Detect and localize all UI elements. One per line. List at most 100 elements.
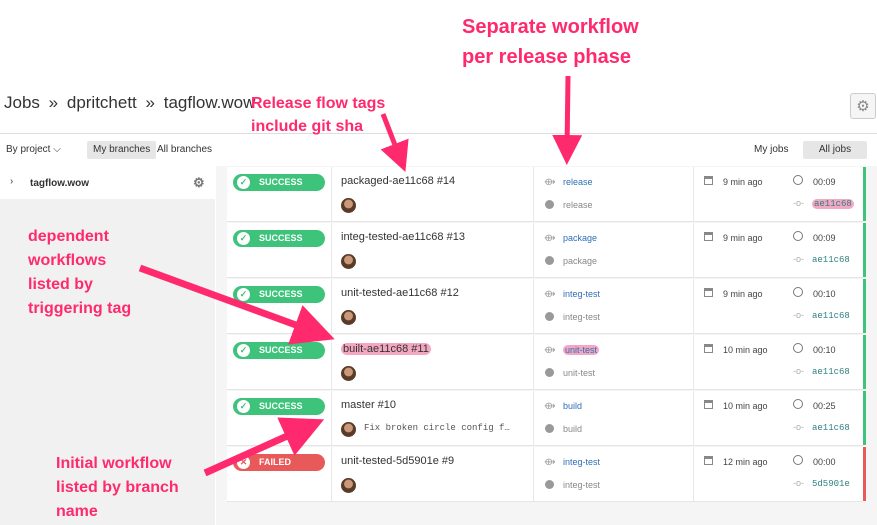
job-link[interactable]: integ-test <box>563 289 600 299</box>
status-badge[interactable]: ✓ SUCCESS <box>233 174 325 191</box>
avatar <box>341 310 356 325</box>
job-link[interactable]: unit-test <box>563 345 600 355</box>
commit-sha-link[interactable]: ae11c68 <box>812 311 850 321</box>
status-badge[interactable]: ✓ SUCCESS <box>233 398 325 415</box>
annotation-line: dependent <box>28 228 109 245</box>
stopwatch-icon <box>793 343 803 353</box>
job-link-label: unit-test <box>563 345 600 355</box>
status-stripe <box>863 279 866 333</box>
job-link-label: integ-test <box>563 457 601 467</box>
commit-icon: -o- <box>793 254 804 264</box>
status-stripe <box>863 447 866 501</box>
workflow-icon: ⟴ <box>544 177 556 188</box>
status-badge[interactable]: ✓ SUCCESS <box>233 286 325 303</box>
workflow-label: unit-tested-5d5901e #9 <box>341 455 455 467</box>
status-badge[interactable]: ✓ SUCCESS <box>233 342 325 359</box>
job-dot-icon <box>545 480 554 489</box>
annotation-line: triggering tag <box>28 300 132 317</box>
all-jobs-button[interactable]: All jobs <box>803 141 867 159</box>
workflow-link[interactable]: unit-tested-ae11c68 #12 <box>341 287 459 299</box>
commit-sha-link[interactable]: ae11c68 <box>812 367 850 377</box>
job-dot-icon <box>545 256 554 265</box>
workflow-link[interactable]: integ-tested-ae11c68 #13 <box>341 231 465 243</box>
job-name: integ-test <box>563 312 601 322</box>
workflow-label: unit-tested-ae11c68 #12 <box>341 287 459 299</box>
my-branches-button[interactable]: My branches <box>87 141 157 159</box>
time-ago: 10 min ago <box>723 345 768 355</box>
workflow-icon: ⟴ <box>544 401 556 412</box>
my-jobs-button[interactable]: My jobs <box>748 141 794 159</box>
workflow-link[interactable]: master #10 <box>341 399 396 411</box>
table-row[interactable]: ✕ FAILED unit-tested-5d5901e #9 ⟴ integ-… <box>227 447 866 502</box>
duration: 00:25 <box>813 401 836 411</box>
job-link[interactable]: integ-test <box>563 457 600 467</box>
time-ago: 9 min ago <box>723 177 763 187</box>
workflow-icon: ⟴ <box>544 233 556 244</box>
job-link[interactable]: package <box>563 233 597 243</box>
settings-button[interactable]: ⚙ <box>850 93 876 119</box>
time-ago: 9 min ago <box>723 233 763 243</box>
by-project-dropdown[interactable]: By project ⌵ <box>0 141 67 159</box>
avatar <box>341 478 356 493</box>
status-label: SUCCESS <box>259 401 303 411</box>
breadcrumb-user[interactable]: dpritchett <box>67 93 137 112</box>
workflow-link[interactable]: packaged-ae11c68 #14 <box>341 175 455 187</box>
duration: 00:00 <box>813 457 836 467</box>
status-label: SUCCESS <box>259 177 303 187</box>
workflow-label: master #10 <box>341 399 397 411</box>
job-dot-icon <box>545 424 554 433</box>
time-ago: 10 min ago <box>723 401 768 411</box>
sha-label: ae11c68 <box>812 311 850 321</box>
all-branches-button[interactable]: All branches <box>151 141 218 159</box>
x-circle-icon: ✕ <box>237 456 250 469</box>
breadcrumb: Jobs » dpritchett » tagflow.wow <box>4 93 259 113</box>
chevron-right-icon[interactable]: › <box>10 176 13 187</box>
commit-message: Fix broken circle config f… <box>364 423 510 433</box>
table-row[interactable]: ✓ SUCCESS integ-tested-ae11c68 #13 ⟴ pac… <box>227 223 866 278</box>
job-link-label: release <box>563 177 593 187</box>
breadcrumb-project[interactable]: tagflow.wow <box>164 93 256 112</box>
status-badge[interactable]: ✕ FAILED <box>233 454 325 471</box>
commit-icon: -o- <box>793 310 804 320</box>
table-row[interactable]: ✓ SUCCESS built-ae11c68 #11 ⟴ unit-test … <box>227 335 866 390</box>
workflow-label: built-ae11c68 #11 <box>341 343 431 355</box>
sha-label: ae11c68 <box>812 255 850 265</box>
status-stripe <box>863 223 866 277</box>
calendar-icon <box>704 232 713 241</box>
sha-label: ae11c68 <box>812 423 850 433</box>
job-link[interactable]: build <box>563 401 582 411</box>
annotation-line: listed by branch <box>56 479 179 496</box>
avatar <box>341 198 356 213</box>
status-label: SUCCESS <box>259 233 303 243</box>
status-label: SUCCESS <box>259 345 303 355</box>
commit-sha-link[interactable]: 5d5901e <box>812 479 850 489</box>
breadcrumb-jobs[interactable]: Jobs <box>4 93 40 112</box>
job-name: package <box>563 256 598 266</box>
time-ago: 9 min ago <box>723 289 763 299</box>
annotation-dependent-workflows: dependent workflows listed by triggering… <box>28 225 131 321</box>
check-circle-icon: ✓ <box>237 288 250 301</box>
sidebar-project-item[interactable]: › tagflow.wow ⚙ <box>0 166 215 199</box>
job-link[interactable]: release <box>563 177 593 187</box>
calendar-icon <box>704 456 713 465</box>
status-badge[interactable]: ✓ SUCCESS <box>233 230 325 247</box>
commit-sha-link[interactable]: ae11c68 <box>812 199 854 209</box>
stopwatch-icon <box>793 231 803 241</box>
sha-label: ae11c68 <box>812 367 850 377</box>
workflow-link[interactable]: built-ae11c68 #11 <box>341 343 431 355</box>
table-row[interactable]: ✓ SUCCESS master #10 Fix broken circle c… <box>227 391 866 446</box>
commit-sha-link[interactable]: ae11c68 <box>812 255 850 265</box>
annotation-line: Separate workflow <box>462 16 639 38</box>
table-row[interactable]: ✓ SUCCESS packaged-ae11c68 #14 ⟴ release… <box>227 167 866 222</box>
table-row[interactable]: ✓ SUCCESS unit-tested-ae11c68 #12 ⟴ inte… <box>227 279 866 334</box>
time-ago: 12 min ago <box>723 457 768 467</box>
gear-icon[interactable]: ⚙ <box>193 175 205 191</box>
workflow-link[interactable]: unit-tested-5d5901e #9 <box>341 455 454 467</box>
stopwatch-icon <box>793 287 803 297</box>
sidebar-project-label: tagflow.wow <box>30 178 90 189</box>
check-circle-icon: ✓ <box>237 344 250 357</box>
annotation-line: Initial workflow <box>56 455 172 472</box>
duration: 00:10 <box>813 345 836 355</box>
commit-sha-link[interactable]: ae11c68 <box>812 423 850 433</box>
sha-label: 5d5901e <box>812 479 850 489</box>
